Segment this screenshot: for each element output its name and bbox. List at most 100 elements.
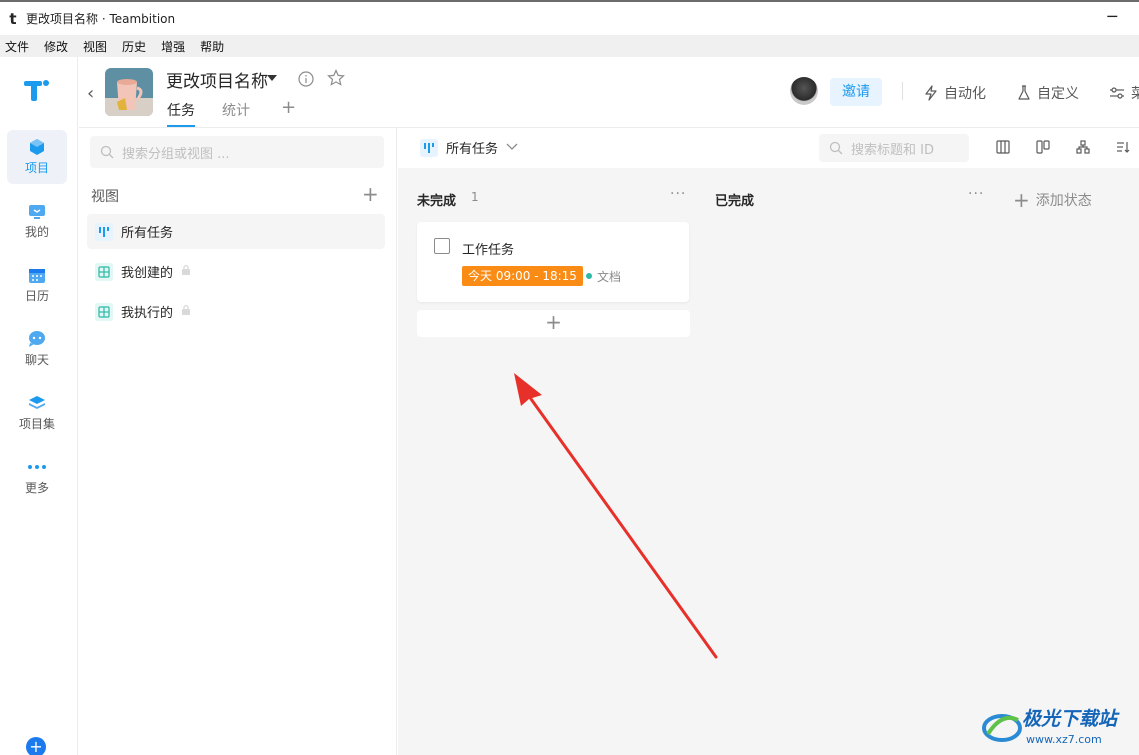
task-checkbox[interactable] bbox=[434, 238, 450, 254]
table-view-icon bbox=[95, 262, 113, 281]
task-tag: 文档 bbox=[597, 270, 622, 284]
nav-label: 日历 bbox=[24, 289, 49, 303]
nav-item-calendar[interactable]: 日历 bbox=[7, 258, 67, 312]
column-count: 1 bbox=[471, 190, 479, 204]
menu-bar: 文件 修改 视图 历史 增强 帮助 bbox=[0, 35, 1139, 57]
caret-down-icon[interactable] bbox=[267, 75, 277, 81]
automation-label: 自动化 bbox=[944, 86, 986, 102]
chevron-down-icon bbox=[506, 140, 518, 155]
views-sidebar: 搜索分组或视图 ... 视图 + 所有任务 我创建的 我执行的 bbox=[79, 128, 397, 755]
nav-item-projects[interactable]: 项目 bbox=[7, 130, 67, 184]
search-icon bbox=[829, 141, 843, 155]
board-view-icon bbox=[95, 222, 113, 241]
columns-icon[interactable] bbox=[996, 140, 1010, 158]
view-item-all-tasks[interactable]: 所有任务 bbox=[87, 214, 385, 249]
minimize-button[interactable]: ─ bbox=[1107, 7, 1117, 26]
nav-label: 聊天 bbox=[24, 353, 49, 367]
title-bar: t 更改项目名称 · Teambition ─ bbox=[0, 0, 1139, 35]
view-label: 所有任务 bbox=[121, 226, 174, 241]
menu-view[interactable]: 视图 bbox=[83, 38, 107, 55]
sidebar-search-input[interactable]: 搜索分组或视图 ... bbox=[90, 136, 384, 168]
sort-icon[interactable] bbox=[1116, 140, 1130, 158]
swimlane-icon[interactable] bbox=[1036, 140, 1050, 158]
search-placeholder: 搜索标题和 ID bbox=[851, 142, 934, 158]
lock-icon bbox=[181, 264, 191, 280]
chat-icon bbox=[27, 330, 47, 348]
nav-label: 更多 bbox=[24, 481, 49, 495]
nav-item-mine[interactable]: 我的 bbox=[7, 194, 67, 248]
nav-item-portfolio[interactable]: 项目集 bbox=[7, 386, 67, 440]
menu-help[interactable]: 帮助 bbox=[200, 38, 224, 55]
kanban-board: 未完成 1 ··· 已完成 ··· + 添加状态 工作任务 今天 09:00 -… bbox=[398, 168, 1139, 755]
task-title: 工作任务 bbox=[462, 243, 515, 258]
monitor-icon bbox=[27, 202, 47, 220]
customize-label: 自定义 bbox=[1037, 86, 1079, 102]
column-more-button[interactable]: ··· bbox=[968, 186, 984, 202]
menu-label: 菜 bbox=[1131, 86, 1139, 102]
project-name[interactable]: 更改项目名称 bbox=[166, 67, 268, 92]
tab-tasks[interactable]: 任务 bbox=[167, 100, 195, 120]
task-card[interactable]: 工作任务 今天 09:00 - 18:15 文档 bbox=[417, 222, 689, 302]
settings-sliders-icon bbox=[1110, 87, 1124, 99]
due-time-badge: 今天 09:00 - 18:15 bbox=[462, 266, 583, 286]
flask-icon bbox=[1018, 85, 1030, 100]
nav-item-chat[interactable]: 聊天 bbox=[7, 322, 67, 376]
add-status-label: 添加状态 bbox=[1035, 193, 1092, 209]
board-view-icon bbox=[420, 138, 438, 157]
lightning-icon bbox=[925, 85, 937, 101]
watermark-url: www.xz7.com bbox=[1026, 733, 1102, 746]
menu-history[interactable]: 历史 bbox=[122, 38, 146, 55]
app-logo: t bbox=[9, 9, 17, 28]
project-cover-image[interactable] bbox=[105, 68, 153, 116]
menu-button[interactable]: 菜 bbox=[1109, 83, 1139, 103]
add-status-button[interactable]: + 添加状态 bbox=[1013, 188, 1092, 212]
watermark-logo: 极光下载站 www.xz7.com bbox=[978, 700, 1138, 755]
divider bbox=[902, 82, 903, 100]
tag-dot bbox=[586, 273, 592, 279]
column-title-complete: 已完成 bbox=[715, 194, 755, 209]
column-more-button[interactable]: ··· bbox=[670, 186, 686, 202]
active-tab-indicator bbox=[167, 125, 195, 127]
nav-label: 我的 bbox=[24, 225, 49, 239]
invite-button[interactable]: 邀请 bbox=[830, 78, 882, 106]
view-label: 我创建的 bbox=[121, 266, 174, 281]
table-view-icon bbox=[95, 302, 113, 321]
add-task-button[interactable]: + bbox=[417, 310, 690, 337]
view-label: 我执行的 bbox=[121, 306, 174, 321]
nav-label: 项目集 bbox=[18, 417, 55, 431]
left-nav: 项目 我的 日历 聊天 项目集 更多 + bbox=[0, 57, 78, 755]
hierarchy-icon[interactable] bbox=[1076, 140, 1090, 158]
view-item-assigned-to-me[interactable]: 我执行的 bbox=[87, 294, 385, 329]
nav-item-more[interactable]: 更多 bbox=[7, 450, 67, 504]
avatar[interactable] bbox=[790, 77, 818, 105]
automation-button[interactable]: 自动化 bbox=[924, 83, 986, 103]
menu-edit[interactable]: 修改 bbox=[44, 38, 68, 55]
search-placeholder: 搜索分组或视图 ... bbox=[122, 146, 230, 162]
teambition-logo[interactable] bbox=[22, 77, 52, 107]
views-heading: 视图 bbox=[91, 189, 119, 205]
lock-icon bbox=[181, 304, 191, 320]
project-header: ‹ 更改项目名称 任务 统计 + 邀请 自动化 自定义 菜 bbox=[79, 57, 1139, 128]
menu-file[interactable]: 文件 bbox=[5, 38, 29, 55]
plus-icon: + bbox=[1013, 188, 1030, 212]
create-button[interactable]: + bbox=[26, 737, 46, 755]
board-toolbar: 所有任务 搜索标题和 ID bbox=[398, 128, 1139, 168]
info-icon[interactable] bbox=[298, 71, 314, 91]
back-button[interactable]: ‹ bbox=[87, 83, 94, 104]
menu-enhance[interactable]: 增强 bbox=[161, 38, 185, 55]
task-search-input[interactable]: 搜索标题和 ID bbox=[819, 134, 969, 162]
calendar-icon bbox=[27, 266, 47, 284]
add-view-button[interactable]: + bbox=[362, 182, 379, 206]
add-tab-button[interactable]: + bbox=[281, 97, 296, 118]
customize-button[interactable]: 自定义 bbox=[1017, 83, 1079, 103]
nav-label: 项目 bbox=[24, 161, 49, 175]
view-selector[interactable]: 所有任务 bbox=[420, 138, 518, 157]
star-icon[interactable] bbox=[327, 69, 345, 91]
current-view-label: 所有任务 bbox=[446, 142, 499, 157]
more-dots-icon bbox=[27, 458, 47, 476]
window-title: 更改项目名称 · Teambition bbox=[26, 12, 176, 26]
column-title-incomplete: 未完成 bbox=[417, 194, 457, 209]
cube-icon bbox=[27, 138, 47, 156]
tab-statistics[interactable]: 统计 bbox=[222, 100, 250, 120]
view-item-created-by-me[interactable]: 我创建的 bbox=[87, 254, 385, 289]
